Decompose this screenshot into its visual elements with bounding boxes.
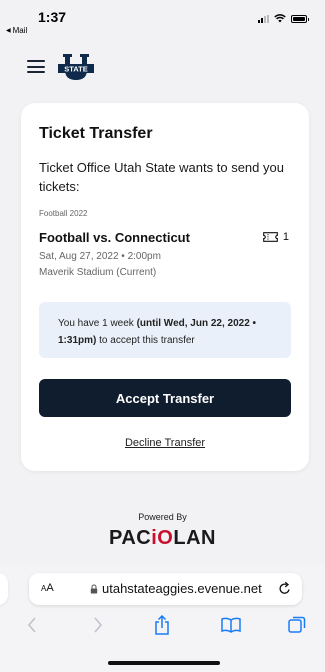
aa-large: A [46,582,54,594]
chevron-right-icon [94,617,103,633]
signal-icon [258,14,269,23]
back-triangle-icon: ◀ [6,28,11,34]
event-venue: Maverik Stadium (Current) [39,267,157,278]
status-icons [258,14,309,23]
decline-transfer-link[interactable]: Decline Transfer [21,437,309,449]
url-text[interactable]: utahstateaggies.evenue.net [102,581,262,596]
browser-bar: AA utahstateaggies.evenue.net [0,565,325,672]
site-header: STATE [0,44,325,88]
text-size-button[interactable]: AA [41,582,54,594]
accept-transfer-button[interactable]: Accept Transfer [39,379,291,417]
browser-toolbar [0,613,325,639]
lock-icon [90,584,98,594]
ticket-icon [263,232,278,242]
acceptance-notice: You have 1 week (until Wed, Jun 22, 2022… [39,302,291,358]
back-app-label: Mail [12,26,28,35]
share-button[interactable] [150,613,174,637]
reload-icon[interactable] [277,581,292,596]
brand-lan: LAN [173,527,216,549]
chevron-left-icon [27,617,36,633]
status-bar: 1:37 ◀ Mail [0,0,325,36]
season-label: Football 2022 [39,209,88,218]
brand-io: iO [151,527,174,549]
battery-icon [291,14,309,23]
ticket-transfer-card: Ticket Transfer Ticket Office Utah State… [21,103,309,471]
back-button[interactable] [20,613,44,637]
ticket-count: 1 [263,231,289,243]
powered-by-label: Powered By [138,512,187,522]
tabs-button[interactable] [285,613,309,637]
address-bar[interactable]: AA utahstateaggies.evenue.net [29,573,302,605]
hamburger-menu-icon[interactable] [27,60,45,73]
clock: 1:37 [38,9,67,25]
event-date: Sat, Aug 27, 2022 • 2:00pm [39,251,161,262]
brand-pac: PAC [109,527,152,549]
notice-suffix: to accept this transfer [96,335,195,346]
event-name: Football vs. Connecticut [39,230,190,245]
wifi-icon [274,14,286,23]
card-title: Ticket Transfer [39,125,153,142]
forward-button[interactable] [86,613,110,637]
ticket-count-value: 1 [282,231,289,243]
back-to-mail[interactable]: ◀ Mail [6,26,27,35]
transfer-message: Ticket Office Utah State wants to send y… [39,160,284,194]
home-indicator [108,661,220,665]
notice-prefix: You have 1 week [58,318,137,329]
utah-state-logo[interactable]: STATE [57,53,95,83]
previous-tab-pill[interactable] [0,573,8,605]
bookmarks-button[interactable] [219,613,243,637]
book-icon [221,617,241,633]
tabs-icon [288,616,306,633]
paciolan-logo: PACiOLAN [0,527,325,550]
share-icon [155,615,169,635]
logo-wordmark: STATE [64,65,87,74]
